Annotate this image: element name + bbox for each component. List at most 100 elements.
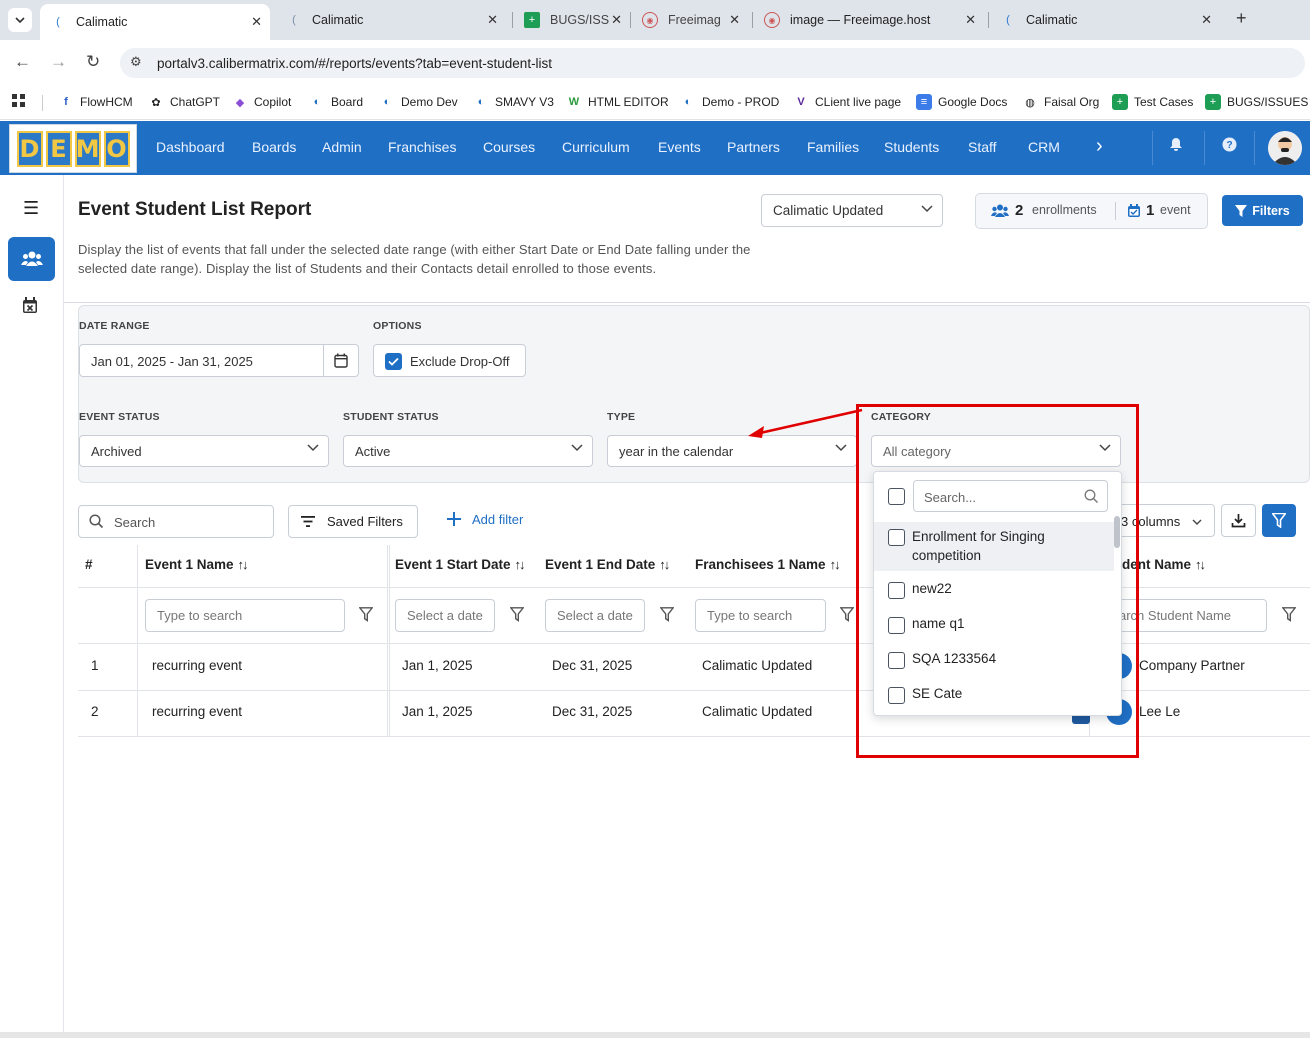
end-date-filter-input[interactable]: Select a date <box>545 599 645 632</box>
freeimage-favicon-icon: ◉ <box>642 12 658 28</box>
filter-toggle-button[interactable] <box>1262 504 1296 537</box>
tab-search-icon[interactable] <box>8 8 32 32</box>
bookmark-html-editor[interactable]: W HTML EDITOR <box>566 94 669 110</box>
nav-students[interactable]: Students <box>884 139 939 155</box>
date-range-input[interactable]: Jan 01, 2025 - Jan 31, 2025 <box>79 344 359 377</box>
checkmark-icon[interactable] <box>385 353 402 370</box>
exclude-dropoff-checkbox[interactable]: Exclude Drop-Off <box>373 344 526 377</box>
bookmark-demo-dev[interactable]: ◐ Demo Dev <box>379 94 458 110</box>
nav-partners[interactable]: Partners <box>727 139 780 155</box>
download-button[interactable] <box>1221 504 1256 537</box>
nav-staff[interactable]: Staff <box>968 139 997 155</box>
event-name-filter-input[interactable]: Type to search <box>145 599 345 632</box>
bell-icon[interactable] <box>1169 137 1183 156</box>
sort-icon[interactable]: ↑↓ <box>515 557 526 572</box>
chevron-down-icon <box>571 444 583 454</box>
bookmark-board[interactable]: ◐ Board <box>309 94 363 110</box>
new-tab-icon[interactable]: + <box>1236 8 1247 29</box>
browser-tab-freeimage[interactable]: ◉ Freeimag ✕ <box>632 5 748 35</box>
hamburger-menu-icon[interactable]: ☰ <box>23 198 39 219</box>
close-tab-icon[interactable]: ✕ <box>251 14 262 30</box>
close-tab-icon[interactable]: ✕ <box>729 12 740 28</box>
add-filter-button[interactable]: Add filter <box>446 511 523 527</box>
bookmark-smavy[interactable]: ◐ SMAVY V3 <box>473 94 554 110</box>
bookmark-bugs-issues[interactable]: + BUGS/ISSUES <box>1205 94 1308 110</box>
browser-tab-bugs[interactable]: + BUGS/ISS ✕ <box>514 5 630 35</box>
nav-boards[interactable]: Boards <box>252 139 296 155</box>
bookmark-flowhcm[interactable]: f FlowHCM <box>58 94 133 110</box>
bookmark-client-live[interactable]: V CLient live page <box>793 94 901 110</box>
column-filter-icon[interactable] <box>509 607 525 625</box>
globe-icon: ◍ <box>1025 96 1035 109</box>
chevron-down-icon <box>921 205 933 215</box>
browser-tab-calimatic-3[interactable]: ( Calimatic ✕ <box>990 5 1220 35</box>
saved-filters-button[interactable]: Saved Filters <box>288 505 418 538</box>
nav-dashboard[interactable]: Dashboard <box>156 139 225 155</box>
bookmark-test-cases[interactable]: + Test Cases <box>1112 94 1193 110</box>
html-editor-icon: W <box>568 96 580 108</box>
site-settings-icon[interactable]: ⚙ <box>130 54 142 70</box>
bookmark-chatgpt[interactable]: ✿ ChatGPT <box>148 94 220 110</box>
col-header-franchisee[interactable]: Franchisees 1 Name ↑↓ <box>695 557 841 572</box>
help-icon[interactable]: ? <box>1222 137 1237 156</box>
calendar-x-icon[interactable] <box>22 297 38 319</box>
franchisee-filter-input[interactable]: Type to search <box>695 599 826 632</box>
start-date-filter-input[interactable]: Select a date <box>395 599 495 632</box>
col-header-event-name[interactable]: Event 1 Name ↑↓ <box>145 557 249 572</box>
browser-tab-calimatic-2[interactable]: ( Calimatic ✕ <box>276 5 506 35</box>
column-filter-icon[interactable] <box>659 607 675 625</box>
col-header-start-date[interactable]: Event 1 Start Date ↑↓ <box>395 557 526 572</box>
column-filter-icon[interactable] <box>358 607 374 625</box>
freeimage-favicon-icon: ◉ <box>764 12 780 28</box>
student-status-select[interactable]: Active <box>343 435 593 467</box>
nav-franchises[interactable]: Franchises <box>388 139 456 155</box>
left-rail: ☰ <box>0 175 64 1038</box>
sheets-favicon-icon: + <box>524 12 540 28</box>
bookmark-demo-prod[interactable]: ◐ Demo - PROD <box>680 94 780 110</box>
organization-select[interactable]: Calimatic Updated <box>761 194 943 227</box>
close-tab-icon[interactable]: ✕ <box>611 12 622 28</box>
sort-icon[interactable]: ↑↓ <box>238 557 249 572</box>
v-logo-icon: V <box>797 96 805 108</box>
col-header-end-date[interactable]: Event 1 End Date ↑↓ <box>545 557 670 572</box>
event-status-select[interactable]: Archived <box>79 435 329 467</box>
browser-tab-calimatic-active[interactable]: ( Calimatic ✕ <box>40 4 270 40</box>
browser-tab-freeimage-host[interactable]: ◉ image — Freeimage.host ✕ <box>754 5 984 35</box>
nav-curriculum[interactable]: Curriculum <box>562 139 630 155</box>
column-filter-icon[interactable] <box>1281 607 1297 625</box>
chevron-down-icon <box>835 444 847 454</box>
nav-crm[interactable]: CRM <box>1028 139 1060 155</box>
bookmark-google-docs[interactable]: ≡ Google Docs <box>916 94 1007 110</box>
users-icon <box>991 204 1009 221</box>
user-avatar[interactable] <box>1268 131 1302 165</box>
column-filter-icon[interactable] <box>839 607 855 625</box>
nav-events[interactable]: Events <box>658 139 701 155</box>
close-tab-icon[interactable]: ✕ <box>965 12 976 28</box>
filters-button[interactable]: Filters <box>1222 195 1303 226</box>
sort-icon[interactable]: ↑↓ <box>1195 557 1206 572</box>
apps-grid-icon[interactable] <box>12 94 26 108</box>
reload-icon[interactable]: ↻ <box>86 52 100 72</box>
calendar-icon[interactable] <box>323 345 358 376</box>
close-tab-icon[interactable]: ✕ <box>487 12 498 28</box>
demo-logo[interactable]: D E M O <box>9 124 137 173</box>
nav-courses[interactable]: Courses <box>483 139 535 155</box>
sort-icon[interactable]: ↑↓ <box>830 557 841 572</box>
close-tab-icon[interactable]: ✕ <box>1201 12 1212 28</box>
bookmarks-bar: f FlowHCM ✿ ChatGPT ◆ Copilot ◐ Board ◐ Demo … <box>0 86 1310 120</box>
nav-admin[interactable]: Admin <box>322 139 362 155</box>
calimatic-favicon-icon: ( <box>292 14 296 26</box>
forward-icon[interactable]: → <box>50 52 67 72</box>
bookmark-copilot[interactable]: ◆ Copilot <box>232 94 292 110</box>
bookmark-faisal-org[interactable]: ◍ Faisal Org <box>1022 94 1099 110</box>
nav-more-chevron-icon[interactable]: › <box>1096 135 1103 158</box>
url-text[interactable]: portalv3.calibermatrix.com/#/reports/eve… <box>157 56 552 71</box>
students-report-rail-icon[interactable] <box>8 237 55 281</box>
omnibox[interactable]: ⚙ portalv3.calibermatrix.com/#/reports/e… <box>120 48 1305 78</box>
back-icon[interactable]: ← <box>14 52 31 72</box>
google-docs-icon: ≡ <box>916 94 932 110</box>
col-header-num: # <box>85 557 93 572</box>
sort-icon[interactable]: ↑↓ <box>659 557 670 572</box>
nav-families[interactable]: Families <box>807 139 859 155</box>
table-search-input[interactable]: Search <box>78 505 274 538</box>
